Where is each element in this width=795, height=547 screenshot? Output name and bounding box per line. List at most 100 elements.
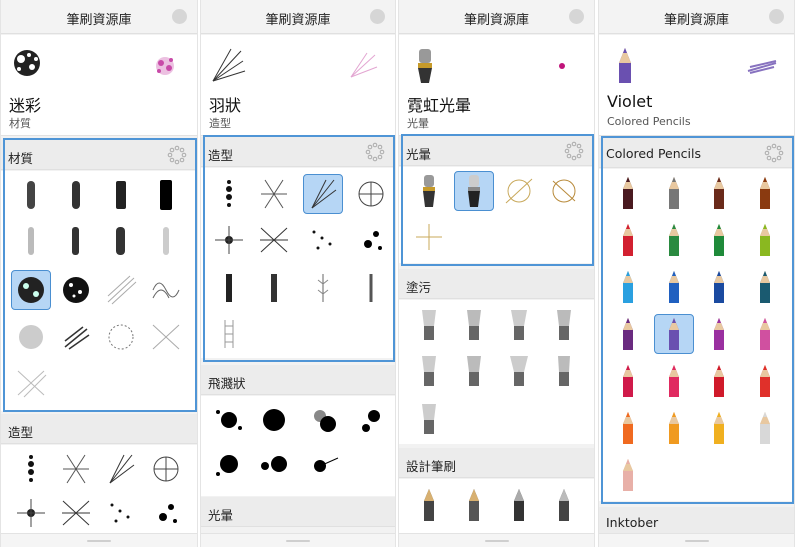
- bottom-handle[interactable]: [399, 533, 594, 547]
- brush-stroke-f-icon[interactable]: [56, 221, 96, 261]
- colored-pencil-icon[interactable]: [745, 361, 785, 401]
- brush-hatch-fine-icon[interactable]: [101, 270, 141, 310]
- brush-smudge-2-icon[interactable]: [454, 304, 494, 344]
- brush-spike-icon[interactable]: [209, 268, 249, 308]
- colored-pencil-icon[interactable]: [699, 361, 739, 401]
- brush-camo-icon[interactable]: [11, 270, 51, 310]
- brush-smudge-8-icon[interactable]: [544, 350, 584, 390]
- section-header[interactable]: 造型: [201, 137, 395, 167]
- brush-starburst-icon[interactable]: [56, 493, 96, 533]
- section-header[interactable]: Colored Pencils: [599, 138, 794, 168]
- brush-feather-icon[interactable]: [303, 174, 343, 214]
- brush-splat-7-icon[interactable]: [303, 444, 343, 484]
- section-header[interactable]: 光暈: [201, 497, 395, 527]
- brush-smudge-3-icon[interactable]: [499, 304, 539, 344]
- brush-mesh-icon[interactable]: [56, 449, 96, 489]
- brush-splat-3-icon[interactable]: [303, 400, 343, 440]
- brush-stroke-g-icon[interactable]: [101, 221, 141, 261]
- brush-pen-1-icon[interactable]: [409, 485, 449, 525]
- colored-pencil-icon[interactable]: [745, 173, 785, 213]
- brush-splat-6-icon[interactable]: [254, 444, 294, 484]
- brush-stroke-b-icon[interactable]: [56, 175, 96, 215]
- bottom-handle[interactable]: [1, 533, 197, 547]
- brush-smudge-5-icon[interactable]: [409, 350, 449, 390]
- colored-pencil-icon[interactable]: [745, 408, 785, 448]
- colored-pencil-icon[interactable]: [608, 455, 648, 495]
- brush-splat-5-icon[interactable]: [209, 444, 249, 484]
- bottom-handle[interactable]: [201, 533, 395, 547]
- section-header[interactable]: 材質: [1, 140, 197, 170]
- brush-grain-icon[interactable]: [11, 317, 51, 357]
- colored-pencil-icon[interactable]: [608, 173, 648, 213]
- colored-pencil-icon[interactable]: [608, 267, 648, 307]
- brush-mesh-icon[interactable]: [254, 174, 294, 214]
- colored-pencil-icon[interactable]: [745, 267, 785, 307]
- colored-pencil-icon[interactable]: [699, 173, 739, 213]
- colored-pencil-icon[interactable]: [654, 408, 694, 448]
- brush-stroke-c-icon[interactable]: [101, 175, 141, 215]
- brush-smudge-6-icon[interactable]: [454, 350, 494, 390]
- brush-splat-2-icon[interactable]: [254, 400, 294, 440]
- brush-splat-1-icon[interactable]: [209, 400, 249, 440]
- brush-pen-3-icon[interactable]: [499, 485, 539, 525]
- brush-burst-icon[interactable]: [209, 220, 249, 260]
- brush-hatch-bold-icon[interactable]: [56, 317, 96, 357]
- brush-stroke-a-icon[interactable]: [11, 175, 51, 215]
- brush-smudge-9-icon[interactable]: [409, 398, 449, 438]
- brush-glow-spark-icon[interactable]: [409, 217, 449, 257]
- brush-pen-2-icon[interactable]: [454, 485, 494, 525]
- close-button[interactable]: [370, 9, 385, 24]
- bottom-handle[interactable]: [599, 533, 794, 547]
- colored-pencil-icon[interactable]: [745, 220, 785, 260]
- colored-pencil-icon[interactable]: [654, 361, 694, 401]
- brush-dots-icon[interactable]: [101, 493, 141, 533]
- colored-pencil-icon[interactable]: [699, 267, 739, 307]
- brush-smudge-7-icon[interactable]: [499, 350, 539, 390]
- brush-smudge-4-icon[interactable]: [544, 304, 584, 344]
- brush-web-icon[interactable]: [351, 174, 391, 214]
- close-button[interactable]: [769, 9, 784, 24]
- brush-gold-icon[interactable]: [409, 171, 449, 211]
- close-button[interactable]: [569, 9, 584, 24]
- colored-pencil-icon[interactable]: [608, 314, 648, 354]
- section-header[interactable]: 造型: [1, 414, 197, 444]
- section-header[interactable]: 光暈: [399, 136, 594, 166]
- brush-glow-ring-icon[interactable]: [499, 171, 539, 211]
- colored-pencil-icon[interactable]: [608, 220, 648, 260]
- brush-burst-icon[interactable]: [11, 493, 51, 533]
- colored-pencil-icon[interactable]: [699, 408, 739, 448]
- colored-pencil-icon[interactable]: [608, 361, 648, 401]
- colored-pencil-icon[interactable]: [654, 267, 694, 307]
- brush-glow-star-icon[interactable]: [544, 171, 584, 211]
- brush-stroke-d-icon[interactable]: [146, 175, 186, 215]
- brush-feather-icon[interactable]: [101, 449, 141, 489]
- colored-pencil-icon[interactable]: [699, 220, 739, 260]
- brush-dots-icon[interactable]: [303, 220, 343, 260]
- brush-smudge-1-icon[interactable]: [409, 304, 449, 344]
- section-header[interactable]: 塗污: [399, 269, 594, 299]
- brush-blue-icon[interactable]: [454, 171, 494, 211]
- brush-splat-4-icon[interactable]: [351, 400, 391, 440]
- brush-starburst-icon[interactable]: [254, 220, 294, 260]
- brush-dotline-icon[interactable]: [11, 449, 51, 489]
- close-button[interactable]: [172, 9, 187, 24]
- brush-spike-2-icon[interactable]: [254, 268, 294, 308]
- brush-stroke-h-icon[interactable]: [146, 221, 186, 261]
- colored-pencil-icon[interactable]: [654, 314, 694, 354]
- section-header[interactable]: 飛濺狀: [201, 365, 395, 395]
- brush-splotch-icon[interactable]: [146, 493, 186, 533]
- brush-ladder-icon[interactable]: [209, 314, 249, 354]
- colored-pencil-icon[interactable]: [608, 408, 648, 448]
- colored-pencil-icon[interactable]: [654, 220, 694, 260]
- brush-web-icon[interactable]: [146, 449, 186, 489]
- brush-crosshatch-icon[interactable]: [146, 317, 186, 357]
- section-header[interactable]: 設計筆刷: [399, 448, 594, 478]
- brush-crosshatch-2-icon[interactable]: [11, 363, 51, 403]
- colored-pencil-icon[interactable]: [654, 173, 694, 213]
- brush-pen-4-icon[interactable]: [544, 485, 584, 525]
- brush-scratch-icon[interactable]: [101, 317, 141, 357]
- brush-wisp-icon[interactable]: [351, 268, 391, 308]
- brush-scribble-icon[interactable]: [146, 270, 186, 310]
- brush-splat-dense-icon[interactable]: [56, 270, 96, 310]
- brush-stroke-e-icon[interactable]: [11, 221, 51, 261]
